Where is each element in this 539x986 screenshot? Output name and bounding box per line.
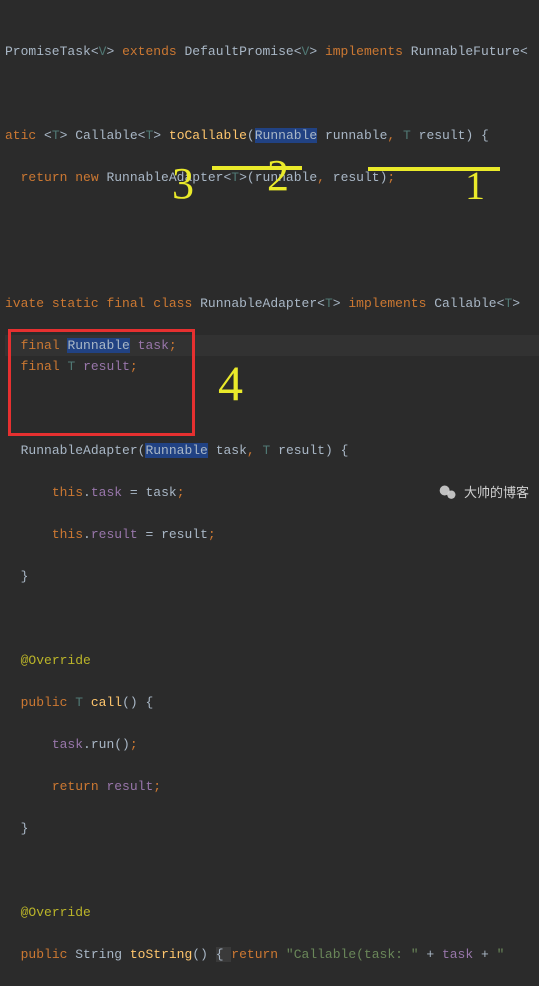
code-line xyxy=(5,209,539,230)
code-line: atic <T> Callable<T> toCallable(Runnable… xyxy=(5,125,539,146)
code-line: PromiseTask<V> extends DefaultPromise<V>… xyxy=(5,41,539,62)
code-line xyxy=(5,83,539,104)
code-line: } xyxy=(5,818,539,839)
code-line: return new RunnableAdapter<T>(runnable, … xyxy=(5,167,539,188)
code-line xyxy=(5,251,539,272)
code-line: } xyxy=(5,566,539,587)
code-line: public T call() { xyxy=(5,692,539,713)
watermark: 大帅的博客 xyxy=(438,482,529,503)
code-line xyxy=(5,398,539,419)
watermark-text: 大帅的博客 xyxy=(464,482,529,503)
code-line-cursor: final Runnable task; xyxy=(5,335,539,356)
code-line: task.run(); xyxy=(5,734,539,755)
wechat-icon xyxy=(438,483,458,503)
code-line: public String toString() { return "Calla… xyxy=(5,944,539,965)
code-line: RunnableAdapter(Runnable task, T result)… xyxy=(5,440,539,461)
code-line xyxy=(5,860,539,881)
code-line: return result; xyxy=(5,776,539,797)
code-line: final T result; xyxy=(5,356,539,377)
code-line: this.result = result; xyxy=(5,524,539,545)
code-line: ivate static final class RunnableAdapter… xyxy=(5,293,539,314)
code-line xyxy=(5,608,539,629)
code-line: @Override xyxy=(5,650,539,671)
code-line: @Override xyxy=(5,902,539,923)
